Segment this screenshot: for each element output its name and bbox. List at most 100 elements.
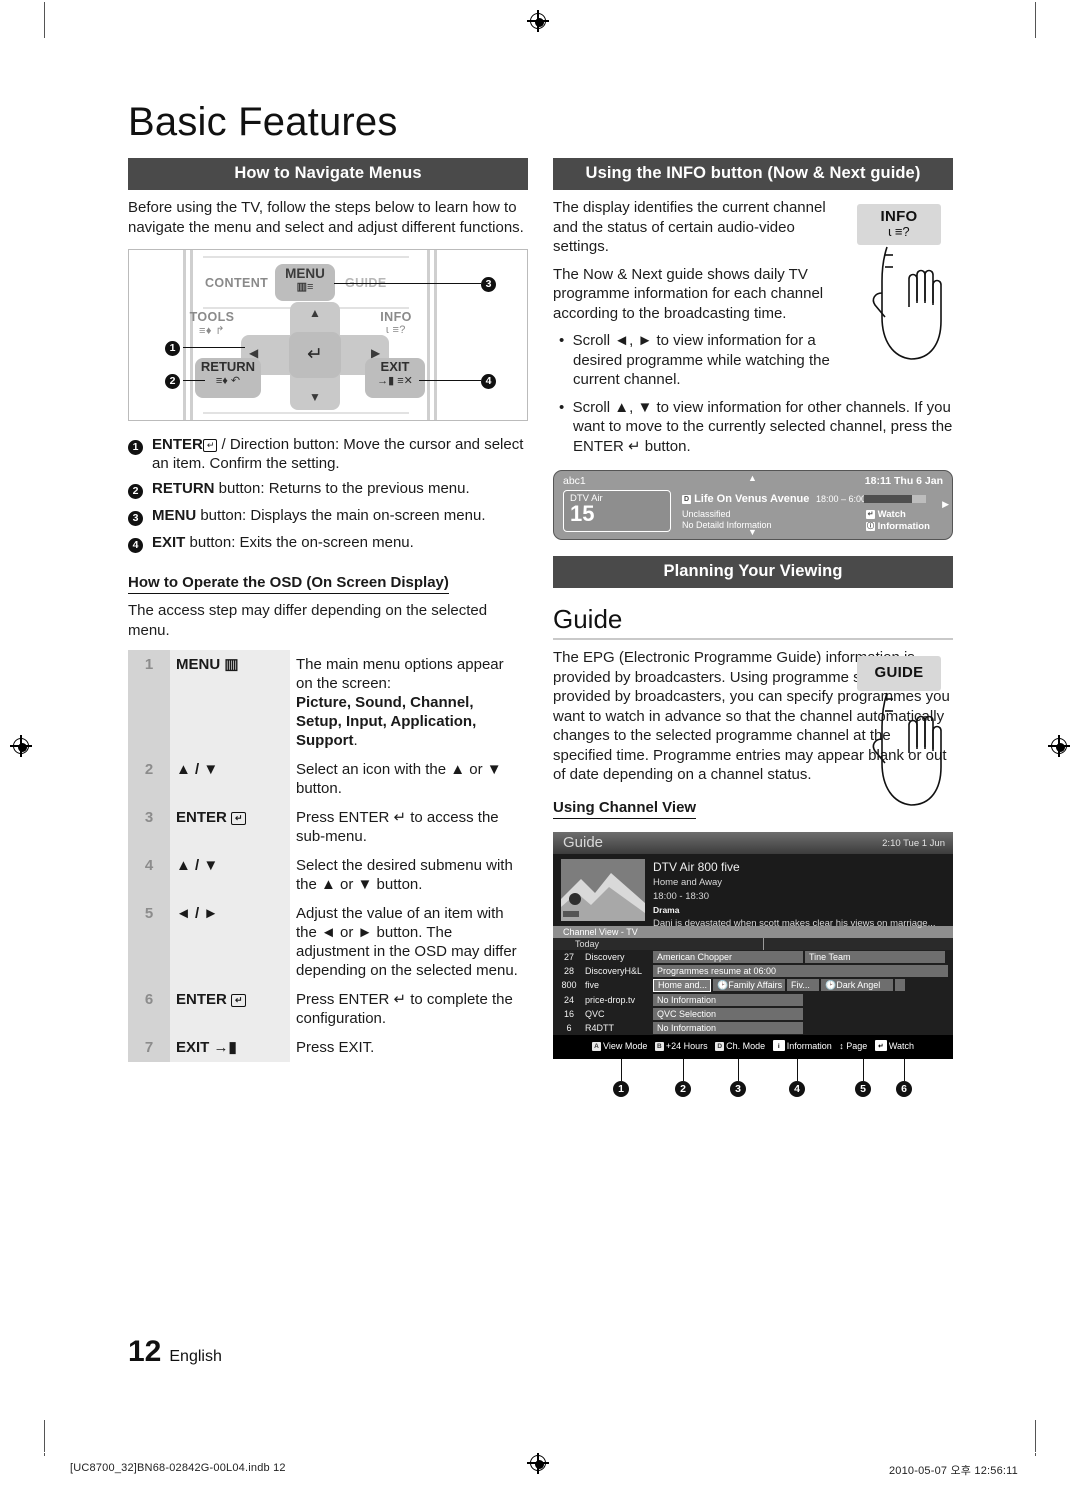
channel-programmes[interactable]: No Information	[653, 1020, 953, 1035]
now-next-rating: Unclassified	[682, 509, 731, 519]
programme-cell-selected[interactable]: Home and...	[653, 978, 711, 992]
table-row[interactable]: 24 price-drop.tv No Information	[553, 992, 953, 1007]
programme-cell[interactable]: Programmes resume at 06:00	[653, 964, 948, 977]
programme-cell[interactable]	[895, 979, 905, 991]
programme-cell[interactable]: Fiv...	[787, 979, 819, 991]
remote-exit-button[interactable]: EXIT →▮ ≡✕	[365, 358, 425, 398]
guide-callout-3: 3	[730, 1080, 746, 1097]
table-row: 2 ▲ / ▼ Select an icon with the ▲ or ▼ b…	[128, 755, 528, 803]
channel-number: 16	[553, 1006, 585, 1021]
crop-mark-tl-v	[44, 2, 45, 38]
remote-menu-button[interactable]: MENU ▥≡	[275, 264, 335, 301]
channel-number: 800	[553, 977, 585, 993]
programme-cell[interactable]: American Chopper	[653, 950, 803, 963]
key-name-return: RETURN	[152, 480, 215, 497]
footer-item-information[interactable]: i Information	[772, 1039, 832, 1051]
navigate-intro-text: Before using the TV, follow the steps be…	[128, 199, 524, 236]
channel-programmes[interactable]: Programmes resume at 06:00	[653, 963, 953, 978]
step-description: Press ENTER ↵ to access the sub-menu.	[290, 803, 528, 851]
table-row[interactable]: 28 DiscoveryH&L Programmes resume at 06:…	[553, 963, 953, 978]
programme-cell[interactable]: Tine Team	[805, 950, 945, 963]
key-desc-3: button: Displays the main on-screen menu…	[196, 507, 486, 524]
enter-key-icon: ↵	[231, 994, 246, 1007]
programme-cell[interactable]: No Information	[653, 1021, 803, 1034]
now-next-clock: 18:11 Thu 6 Jan	[864, 475, 943, 487]
remote-key-list: 1 ENTER ↵ / Direction button: Move the cu…	[128, 435, 528, 554]
footer-item-view-mode[interactable]: A View Mode	[592, 1041, 647, 1051]
guide-key-illustration: GUIDE	[857, 656, 953, 809]
now-next-progress-bar	[864, 495, 926, 503]
key-badge-enter: ↵	[874, 1039, 887, 1051]
channel-programmes[interactable]: American Chopper Tine Team	[653, 949, 953, 964]
guide-callout-5: 5	[855, 1080, 871, 1097]
step-desc-tail: .	[353, 732, 358, 749]
info-keycap-label: INFO	[880, 208, 918, 225]
remote-return-button[interactable]: RETURN ≡♦ ↶	[195, 358, 261, 398]
key-desc-2: button: Returns to the previous menu.	[214, 480, 470, 497]
step-number: 2	[128, 755, 170, 803]
table-row: 7 EXIT →▮ Press EXIT.	[128, 1033, 528, 1062]
table-row[interactable]: 6 R4DTT No Information	[553, 1020, 953, 1035]
programme-cell[interactable]: QVC Selection	[653, 1007, 803, 1020]
key-name-enter: ENTER	[152, 436, 203, 453]
channel-programmes[interactable]: QVC Selection	[653, 1006, 953, 1021]
table-row[interactable]: 800 five Home and... 🕑Family Affairs Fiv..…	[553, 977, 953, 993]
info-keycap[interactable]: INFO ɩ ≡?	[857, 204, 941, 245]
step-key: EXIT →▮	[170, 1033, 290, 1062]
now-next-detail: No Detaild Information	[682, 520, 772, 530]
registration-mark-left	[10, 735, 32, 757]
programme-cell[interactable]: No Information	[653, 993, 803, 1006]
arrow-down-icon[interactable]: ▼	[309, 390, 321, 404]
channel-number: 28	[553, 963, 585, 978]
using-channel-view-heading: Using Channel View	[553, 799, 697, 819]
step-key-label: ENTER	[176, 991, 227, 1008]
now-next-channel-name: abc1	[563, 475, 586, 487]
footer-item-watch[interactable]: ↵ Watch	[874, 1039, 914, 1051]
footer-item-ch-mode[interactable]: D Ch. Mode	[715, 1041, 765, 1051]
menu-icon: ▥≡	[296, 281, 314, 293]
step-key: ENTER ↵	[170, 803, 290, 851]
step-number: 5	[128, 899, 170, 985]
guide-detail-genre: Drama	[653, 904, 680, 915]
channel-programmes[interactable]: No Information	[653, 992, 953, 1007]
guide-keycap[interactable]: GUIDE	[857, 656, 941, 691]
now-next-time-range: 18:00 – 6:00	[816, 494, 867, 504]
step-desc-bold: Picture, Sound, Channel, Setup, Input, A…	[296, 694, 477, 749]
enter-button[interactable]: ↵	[289, 332, 341, 378]
remote-tools-label: TOOLS ≡♦ ↱	[181, 310, 243, 337]
info-bullet-2: • Scroll ▲, ▼ to view information for ot…	[559, 398, 953, 455]
guide-rule	[553, 638, 953, 640]
guide-detail-synopsis: Dani is devastated when scott makes clea…	[653, 917, 936, 929]
step-key: ▲ / ▼	[170, 851, 290, 899]
section-header-navigate-menus: How to Navigate Menus	[128, 158, 528, 190]
key-list-item: 4 EXIT button: Exits the on-screen menu.	[128, 533, 528, 554]
exit-icon: →▮ ≡✕	[377, 375, 413, 387]
osd-intro: The access step may differ depending on …	[128, 602, 488, 639]
programme-cell[interactable]: 🕑Dark Angel	[821, 979, 893, 991]
leader-line-1	[183, 347, 245, 348]
guide-heading: Guide	[553, 604, 623, 634]
enter-icon: ↵	[307, 344, 323, 365]
channel-programmes[interactable]: Home and... 🕑Family Affairs Fiv... 🕑Dark An…	[653, 977, 953, 993]
footer-item-page[interactable]: ↕ Page	[839, 1041, 867, 1051]
manual-page: Basic Features How to Navigate Menus Bef…	[0, 0, 1080, 1494]
exit-text: EXIT	[380, 359, 410, 374]
now-next-programme: D Life On Venus Avenue	[682, 493, 810, 505]
key-list-item: 3 MENU button: Displays the main on-scre…	[128, 506, 528, 527]
table-row[interactable]: 27 Discovery American Chopper Tine Team	[553, 949, 953, 964]
crop-mark-tr-v	[1035, 2, 1036, 38]
table-row: 5 ◄ / ► Adjust the value of an item with…	[128, 899, 528, 985]
step-number: 3	[128, 803, 170, 851]
now-next-watch-action: ↵ Watch	[866, 509, 906, 520]
info-badge-icon: ⓘ	[866, 522, 875, 531]
now-next-channel-box: DTV Air 15	[563, 490, 671, 532]
table-row[interactable]: 16 QVC QVC Selection	[553, 1006, 953, 1021]
left-column: How to Navigate Menus Before using the T…	[128, 158, 528, 1062]
dolby-badge-icon: D	[682, 495, 691, 504]
programme-cell[interactable]: 🕑Family Affairs	[713, 979, 785, 991]
footer-item-24-hours[interactable]: B +24 Hours	[654, 1041, 708, 1051]
hand-illustration-guide	[857, 691, 953, 809]
info-para-1: The display identifies the current chann…	[553, 199, 826, 255]
key-list-item: 1 ENTER ↵ / Direction button: Move the cu…	[128, 435, 528, 473]
arrow-up-icon[interactable]: ▲	[309, 306, 321, 320]
